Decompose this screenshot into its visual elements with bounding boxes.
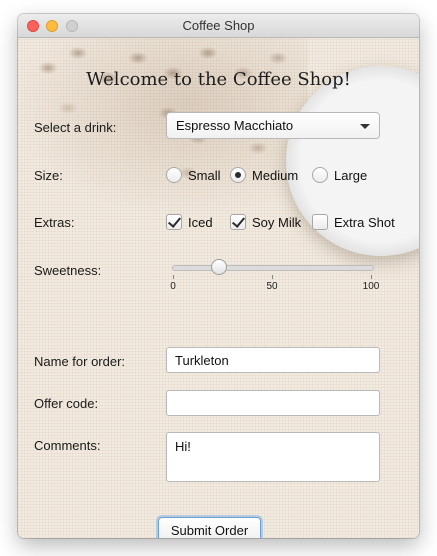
welcome-heading: Welcome to the Coffee Shop!	[86, 69, 351, 90]
name-field[interactable]: Turkleton	[166, 347, 380, 373]
extra-option-label: Soy Milk	[252, 214, 302, 230]
size-label: Size:	[34, 168, 63, 183]
submit-order-button[interactable]: Submit Order	[158, 517, 261, 538]
slider-track[interactable]	[172, 265, 374, 271]
drink-select-value: Espresso Macchiato	[176, 118, 294, 133]
checkbox-checked-icon	[230, 214, 246, 230]
window-title: Coffee Shop	[182, 18, 255, 33]
dropdown-arrow-icon	[360, 124, 370, 129]
form-panel: Welcome to the Coffee Shop! Select a dri…	[18, 38, 419, 538]
radio-icon	[166, 167, 182, 183]
radio-icon	[312, 167, 328, 183]
app-window: Coffee Shop Welcome to the Coffee Shop! …	[18, 14, 419, 538]
checkbox-checked-icon	[166, 214, 182, 230]
radio-selected-icon	[230, 167, 246, 183]
sweetness-label: Sweetness:	[34, 263, 102, 278]
slider-tick-label: 100	[362, 281, 380, 292]
size-option-label: Medium	[252, 167, 299, 183]
drink-label: Select a drink:	[34, 120, 117, 135]
slider-tick-label: 50	[266, 281, 278, 292]
extra-option-label: Iced	[188, 214, 213, 230]
size-option-label: Large	[334, 167, 368, 183]
size-option-label: Small	[188, 167, 221, 183]
offer-code-label: Offer code:	[34, 396, 99, 411]
comments-label: Comments:	[34, 438, 101, 453]
slider-thumb[interactable]	[210, 259, 227, 275]
slider-tick	[371, 275, 372, 279]
size-radio-large[interactable]: Large	[312, 166, 367, 184]
drink-select[interactable]: Espresso Macchiato	[166, 112, 380, 139]
extra-iced-checkbox[interactable]: Iced	[166, 213, 213, 231]
extra-shot-checkbox[interactable]: Extra Shot	[312, 213, 395, 231]
slider-tick	[173, 275, 174, 279]
slider-tick	[272, 275, 273, 279]
extra-option-label: Extra Shot	[334, 214, 395, 230]
offer-code-field[interactable]	[166, 390, 380, 416]
name-label: Name for order:	[34, 354, 126, 369]
extra-soy-milk-checkbox[interactable]: Soy Milk	[230, 213, 301, 231]
title-bar[interactable]: Coffee Shop	[18, 14, 419, 38]
extras-label: Extras:	[34, 215, 75, 230]
size-radio-small[interactable]: Small	[166, 166, 221, 184]
slider-tick-label: 0	[170, 281, 176, 292]
size-radio-medium[interactable]: Medium	[230, 166, 298, 184]
comments-textarea[interactable]: Hi!	[166, 432, 380, 482]
checkbox-icon	[312, 214, 328, 230]
sweetness-slider[interactable]: 0 50 100	[168, 259, 379, 300]
